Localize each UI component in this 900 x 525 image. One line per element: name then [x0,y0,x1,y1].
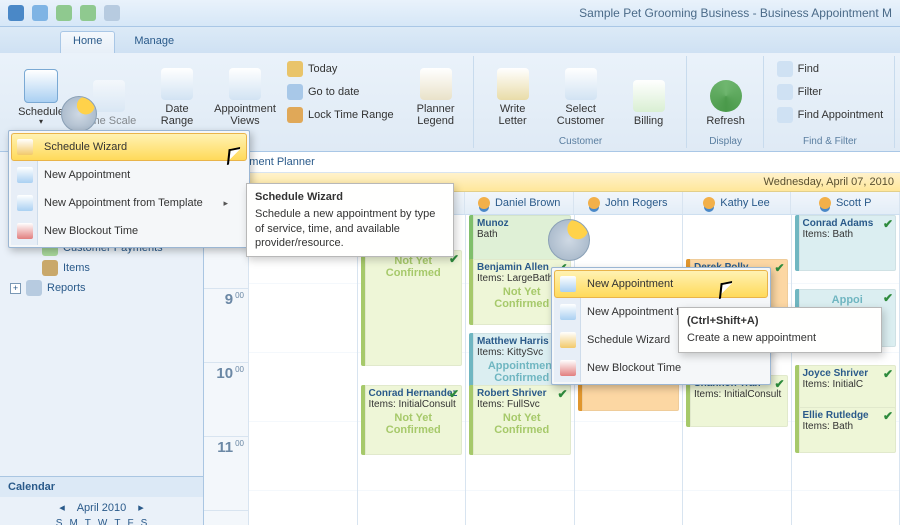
lock-icon [287,107,303,123]
template-icon [17,195,33,211]
column-header[interactable]: John Rogers [574,192,683,214]
schedule-menu: Schedule Wizard New Appointment New Appo… [8,130,250,248]
menu-new-appointment-template[interactable]: New Appointment from Template▸ [11,189,247,217]
template-icon [560,304,576,320]
new-appt-icon [560,276,576,292]
mouse-cursor [228,148,244,170]
dow-row: SMTWTFS [8,518,195,525]
qat-icon-1[interactable] [56,5,72,21]
new-appt-icon [17,167,33,183]
planner-column[interactable]: Conrad AdamsItems: Bath✔Appoi✔Joyce Shri… [792,215,900,525]
appointment-views-button[interactable]: Appointment Views [214,58,276,129]
billing-button[interactable]: Billing [618,58,680,129]
group-find-filter-label: Find & Filter [772,134,889,147]
menu-schedule-wizard[interactable]: Schedule Wizard [11,133,247,161]
search-icon [777,107,793,123]
planner-column[interactable]: Conrad HernandezItems: InitialConsultNot… [358,215,467,525]
cursor-highlight-icon [548,219,590,261]
calendar-panel: Calendar ◂ April 2010 ▸ SMTWTFS [0,476,203,525]
time-scale-column: 80090010001100 [204,215,249,525]
go-to-date-button[interactable]: Go to date [282,81,399,103]
menu-new-blockout[interactable]: New Blockout Time [11,217,247,245]
print-icon[interactable] [104,5,120,21]
window-title: Sample Pet Grooming Business - Business … [579,6,892,20]
planner-date: Wednesday, April 07, 2010 [764,176,894,188]
blockout-icon [560,360,576,376]
wizard-icon [17,139,33,155]
today-button[interactable]: Today [282,58,399,80]
month-label: April 2010 [77,502,127,514]
appointment-block[interactable]: Conrad HernandezItems: InitialConsultNot… [361,385,463,455]
help-icon[interactable] [32,5,48,21]
mouse-cursor [720,282,736,304]
column-header[interactable]: Scott P [791,192,900,214]
quick-access-toolbar: Sample Pet Grooming Business - Business … [0,0,900,27]
appointment-block[interactable]: Joyce ShriverItems: InitialC✔ [795,365,897,411]
select-customer-button[interactable]: Select Customer [550,58,612,129]
schedule-wizard-tooltip: Schedule Wizard Schedule a new appointme… [246,183,454,257]
filter-button[interactable]: Filter [772,81,889,103]
write-letter-button[interactable]: Write Letter [482,58,544,129]
cursor-highlight-icon [61,96,97,132]
find-icon [777,61,793,77]
lock-time-range-button[interactable]: Lock Time Range [282,104,399,126]
calendar-header: Calendar [0,477,203,497]
next-month-button[interactable]: ▸ [138,501,144,514]
column-header[interactable]: Daniel Brown [465,192,574,214]
tab-home[interactable]: Home [60,31,115,53]
planner-legend-button[interactable]: Planner Legend [405,58,467,129]
appointment-block[interactable]: Robert ShriverItems: FullSvcNot Yet Conf… [469,385,571,455]
items-icon [42,260,58,276]
appointment-block[interactable]: Ellie RutledgeItems: Bath✔ [795,407,897,453]
planner-column[interactable] [249,215,358,525]
app-icon [8,5,24,21]
date-range-button[interactable]: Date Range [146,58,208,129]
appointment-block[interactable]: Conrad AdamsItems: Bath✔ [795,215,897,271]
group-customer-label: Customer [482,134,680,147]
ctx-new-blockout[interactable]: New Blockout Time [554,354,768,382]
group-display-label: Display [695,134,757,147]
filter-icon [777,84,793,100]
wizard-icon [560,332,576,348]
calendar-icon [287,61,303,77]
column-header[interactable]: Kathy Lee [683,192,792,214]
tab-manage[interactable]: Manage [121,31,187,53]
qat-icon-2[interactable] [80,5,96,21]
find-button[interactable]: Find [772,58,889,80]
blockout-icon [17,223,33,239]
goto-icon [287,84,303,100]
reports-icon [26,280,42,296]
menu-new-appointment[interactable]: New Appointment [11,161,247,189]
tree-reports[interactable]: +Reports [4,278,199,298]
refresh-button[interactable]: Refresh [695,58,757,129]
prev-month-button[interactable]: ◂ [59,501,65,514]
new-appointment-tooltip: (Ctrl+Shift+A) Create a new appointment [678,307,882,353]
find-appointment-button[interactable]: Find Appointment [772,104,889,126]
ribbon-tabs: Home Manage [0,27,900,53]
appointment-block[interactable]: Not Yet Confirmed✔ [361,250,463,366]
tree-items[interactable]: Items [4,258,199,278]
